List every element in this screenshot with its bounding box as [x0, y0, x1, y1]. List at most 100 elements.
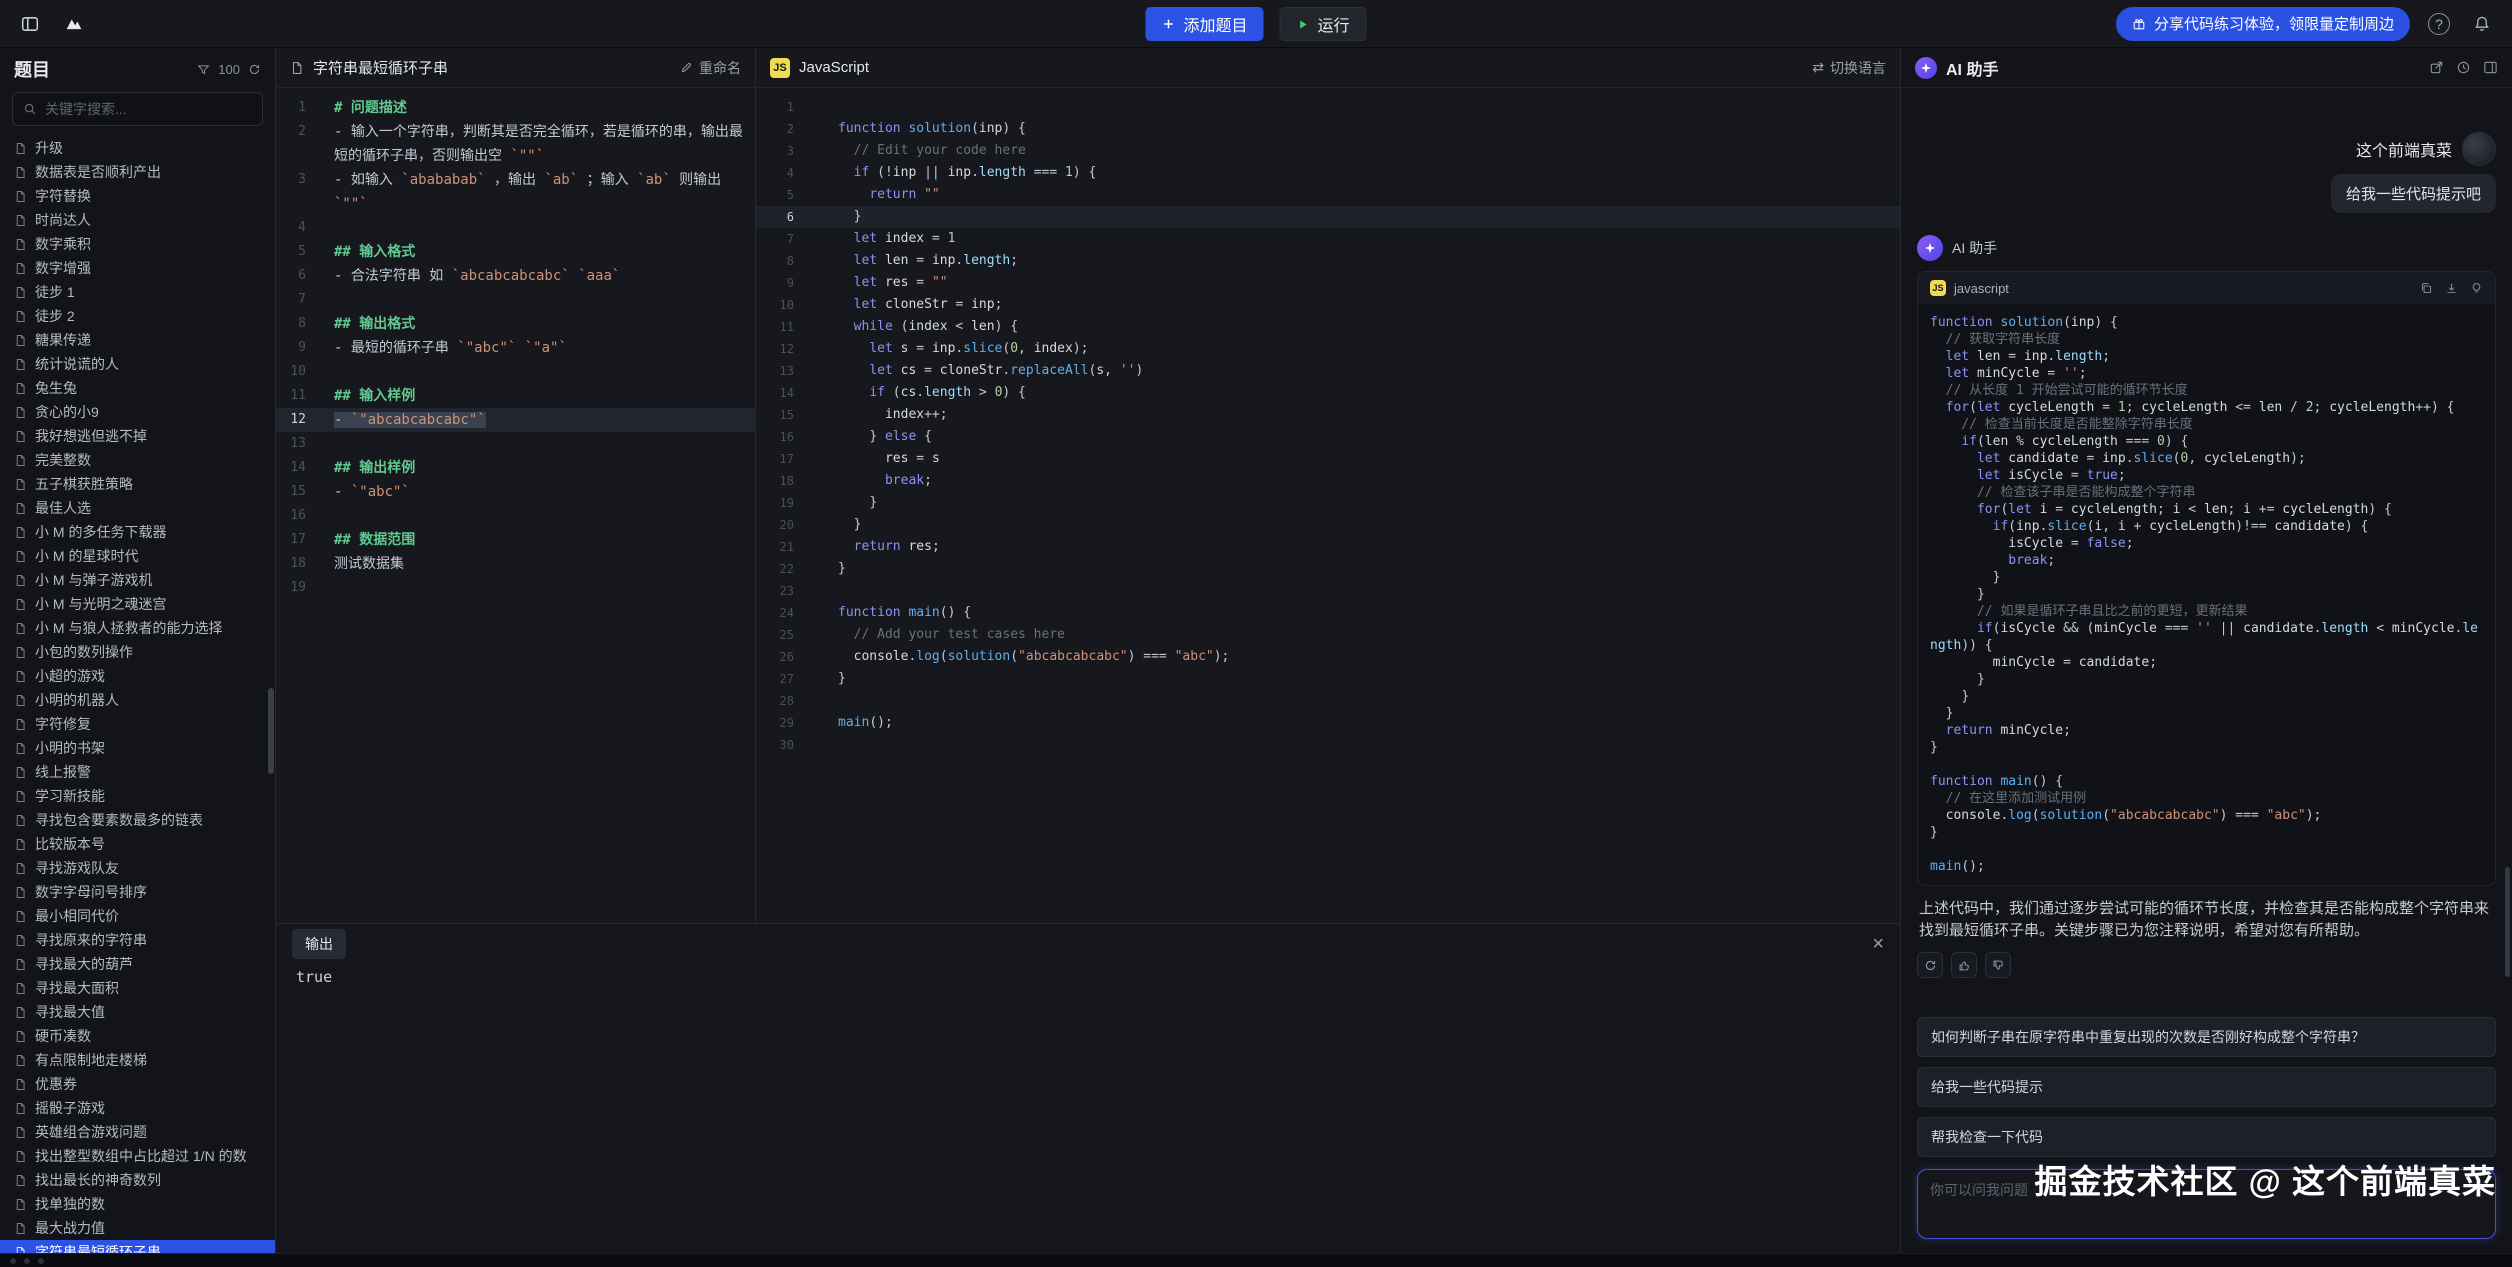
code-line[interactable]: 12 let s = inp.slice(0, index);	[756, 338, 1900, 360]
code-line[interactable]: 13	[276, 432, 755, 456]
code-line[interactable]: 16	[276, 504, 755, 528]
regenerate-icon[interactable]	[1917, 952, 1943, 978]
sidebar-item[interactable]: 字符修复	[0, 712, 275, 736]
sidebar-item[interactable]: 小 M 与狼人拯救者的能力选择	[0, 616, 275, 640]
sidebar-item[interactable]: 硬币凑数	[0, 1024, 275, 1048]
sidebar-item[interactable]: 寻找最大的葫芦	[0, 952, 275, 976]
sidebar-item[interactable]: 线上报警	[0, 760, 275, 784]
suggestion-chip[interactable]: 如何判断子串在原字符串中重复出现的次数是否刚好构成整个字符串？	[1917, 1017, 2496, 1057]
code-line[interactable]: 7 let index = 1	[756, 228, 1900, 250]
sidebar-item[interactable]: 贪心的小9	[0, 400, 275, 424]
code-line[interactable]: 17 res = s	[756, 448, 1900, 470]
sidebar-item[interactable]: 小 M 的多任务下载器	[0, 520, 275, 544]
code-line[interactable]: 17## 数据范围	[276, 528, 755, 552]
sidebar-item[interactable]: 糖果传递	[0, 328, 275, 352]
run-button[interactable]: 运行	[1280, 7, 1367, 41]
problem-markdown-editor[interactable]: 1# 问题描述2- 输入一个字符串，判断其是否完全循环，若是循环的串，输出最短的…	[276, 88, 755, 923]
sidebar-item[interactable]: 小明的书架	[0, 736, 275, 760]
sidebar-item[interactable]: 兔生兔	[0, 376, 275, 400]
code-line[interactable]: 24function main() {	[756, 602, 1900, 624]
sidebar-item[interactable]: 数字乘积	[0, 232, 275, 256]
sidebar-item[interactable]: 小包的数列操作	[0, 640, 275, 664]
code-line[interactable]: 5 return ""	[756, 184, 1900, 206]
sidebar-item[interactable]: 摇骰子游戏	[0, 1096, 275, 1120]
code-line[interactable]: 22}	[756, 558, 1900, 580]
code-line[interactable]: 7	[276, 288, 755, 312]
sidebar-item[interactable]: 最佳人选	[0, 496, 275, 520]
sidebar-item[interactable]: 寻找游戏队友	[0, 856, 275, 880]
code-line[interactable]: 2- 输入一个字符串，判断其是否完全循环，若是循环的串，输出最短的循环子串，否则…	[276, 120, 755, 168]
sidebar-item[interactable]: 寻找包含要素数最多的链表	[0, 808, 275, 832]
panel-collapse-icon[interactable]	[2483, 60, 2498, 75]
code-line[interactable]: 2function solution(inp) {	[756, 118, 1900, 140]
sidebar-item[interactable]: 数字字母问号排序	[0, 880, 275, 904]
code-line[interactable]: 8## 输出格式	[276, 312, 755, 336]
sidebar-item[interactable]: 找出整型数组中占比超过 1/N 的数	[0, 1144, 275, 1168]
filter-icon[interactable]	[197, 63, 210, 76]
code-editor[interactable]: 12function solution(inp) {3 // Edit your…	[756, 88, 1900, 923]
code-line[interactable]: 28	[756, 690, 1900, 712]
thumbs-down-icon[interactable]	[1985, 952, 2011, 978]
sidebar-item[interactable]: 统计说谎的人	[0, 352, 275, 376]
code-line[interactable]: 4 if (!inp || inp.length === 1) {	[756, 162, 1900, 184]
sidebar-item[interactable]: 小 M 与光明之魂迷宫	[0, 592, 275, 616]
sidebar-item[interactable]: 找出最长的神奇数列	[0, 1168, 275, 1192]
code-line[interactable]: 10	[276, 360, 755, 384]
code-line[interactable]: 1# 问题描述	[276, 96, 755, 120]
chat-input[interactable]	[1930, 1180, 2483, 1228]
sidebar-item[interactable]: 寻找最大面积	[0, 976, 275, 1000]
app-logo[interactable]	[60, 10, 88, 38]
code-line[interactable]: 3 // Edit your code here	[756, 140, 1900, 162]
sidebar-item[interactable]: 数据表是否顺利产出	[0, 160, 275, 184]
output-tab[interactable]: 输出	[292, 929, 346, 959]
share-icon[interactable]	[2429, 60, 2444, 75]
sidebar-item[interactable]: 字符串最短循环子串	[0, 1240, 275, 1253]
sidebar-item[interactable]: 英雄组合游戏问题	[0, 1120, 275, 1144]
ai-scrollbar[interactable]	[2505, 867, 2510, 977]
code-line[interactable]: 6- 合法字符串 如 `abcabcabcabc` `aaa`	[276, 264, 755, 288]
rename-button[interactable]: 重命名	[680, 58, 741, 78]
sidebar-item[interactable]: 完美整数	[0, 448, 275, 472]
sidebar-item[interactable]: 我好想逃但逃不掉	[0, 424, 275, 448]
code-line[interactable]: 16 } else {	[756, 426, 1900, 448]
sidebar-item[interactable]: 数字增强	[0, 256, 275, 280]
sidebar-item[interactable]: 五子棋获胜策略	[0, 472, 275, 496]
code-line[interactable]: 19 }	[756, 492, 1900, 514]
code-line[interactable]: 14## 输出样例	[276, 456, 755, 480]
insert-code-icon[interactable]	[2445, 282, 2458, 295]
code-line[interactable]: 23	[756, 580, 1900, 602]
sidebar-item[interactable]: 时尚达人	[0, 208, 275, 232]
code-line[interactable]: 13 let cs = cloneStr.replaceAll(s, '')	[756, 360, 1900, 382]
code-line[interactable]: 27}	[756, 668, 1900, 690]
sidebar-item[interactable]: 徒步 1	[0, 280, 275, 304]
bulb-icon[interactable]	[2470, 282, 2483, 295]
code-line[interactable]: 4	[276, 216, 755, 240]
chat-area[interactable]: 这个前端真菜 给我一些代码提示吧 AI 助手 JS javascript	[1901, 88, 2512, 1007]
sidebar-item[interactable]: 找单独的数	[0, 1192, 275, 1216]
sidebar-item[interactable]: 比较版本号	[0, 832, 275, 856]
code-line[interactable]: 26 console.log(solution("abcabcabcabc") …	[756, 646, 1900, 668]
switch-language-button[interactable]: ⇄ 切换语言	[1812, 58, 1886, 78]
suggestion-chip[interactable]: 帮我检查一下代码	[1917, 1117, 2496, 1157]
search-input[interactable]	[45, 101, 252, 117]
code-line[interactable]: 9- 最短的循环子串 `"abc"` `"a"`	[276, 336, 755, 360]
sidebar-toggle-icon[interactable]	[16, 10, 44, 38]
code-line[interactable]: 10 let cloneStr = inp;	[756, 294, 1900, 316]
code-line[interactable]: 18测试数据集	[276, 552, 755, 576]
code-line[interactable]: 14 if (cs.length > 0) {	[756, 382, 1900, 404]
sidebar-item[interactable]: 寻找最大值	[0, 1000, 275, 1024]
sidebar-item[interactable]: 小 M 与弹子游戏机	[0, 568, 275, 592]
history-icon[interactable]	[2456, 60, 2471, 75]
sidebar-item[interactable]: 最大战力值	[0, 1216, 275, 1240]
sidebar-item[interactable]: 徒步 2	[0, 304, 275, 328]
copy-icon[interactable]	[2420, 282, 2433, 295]
code-line[interactable]: 9 let res = ""	[756, 272, 1900, 294]
code-line[interactable]: 11## 输入样例	[276, 384, 755, 408]
sidebar-item[interactable]: 小超的游戏	[0, 664, 275, 688]
code-line[interactable]: 8 let len = inp.length;	[756, 250, 1900, 272]
suggestion-chip[interactable]: 给我一些代码提示	[1917, 1067, 2496, 1107]
code-line[interactable]: 12- `"abcabcabcabc"`	[276, 408, 755, 432]
code-line[interactable]: 1	[756, 96, 1900, 118]
code-line[interactable]: 30	[756, 734, 1900, 756]
sidebar-item[interactable]: 学习新技能	[0, 784, 275, 808]
